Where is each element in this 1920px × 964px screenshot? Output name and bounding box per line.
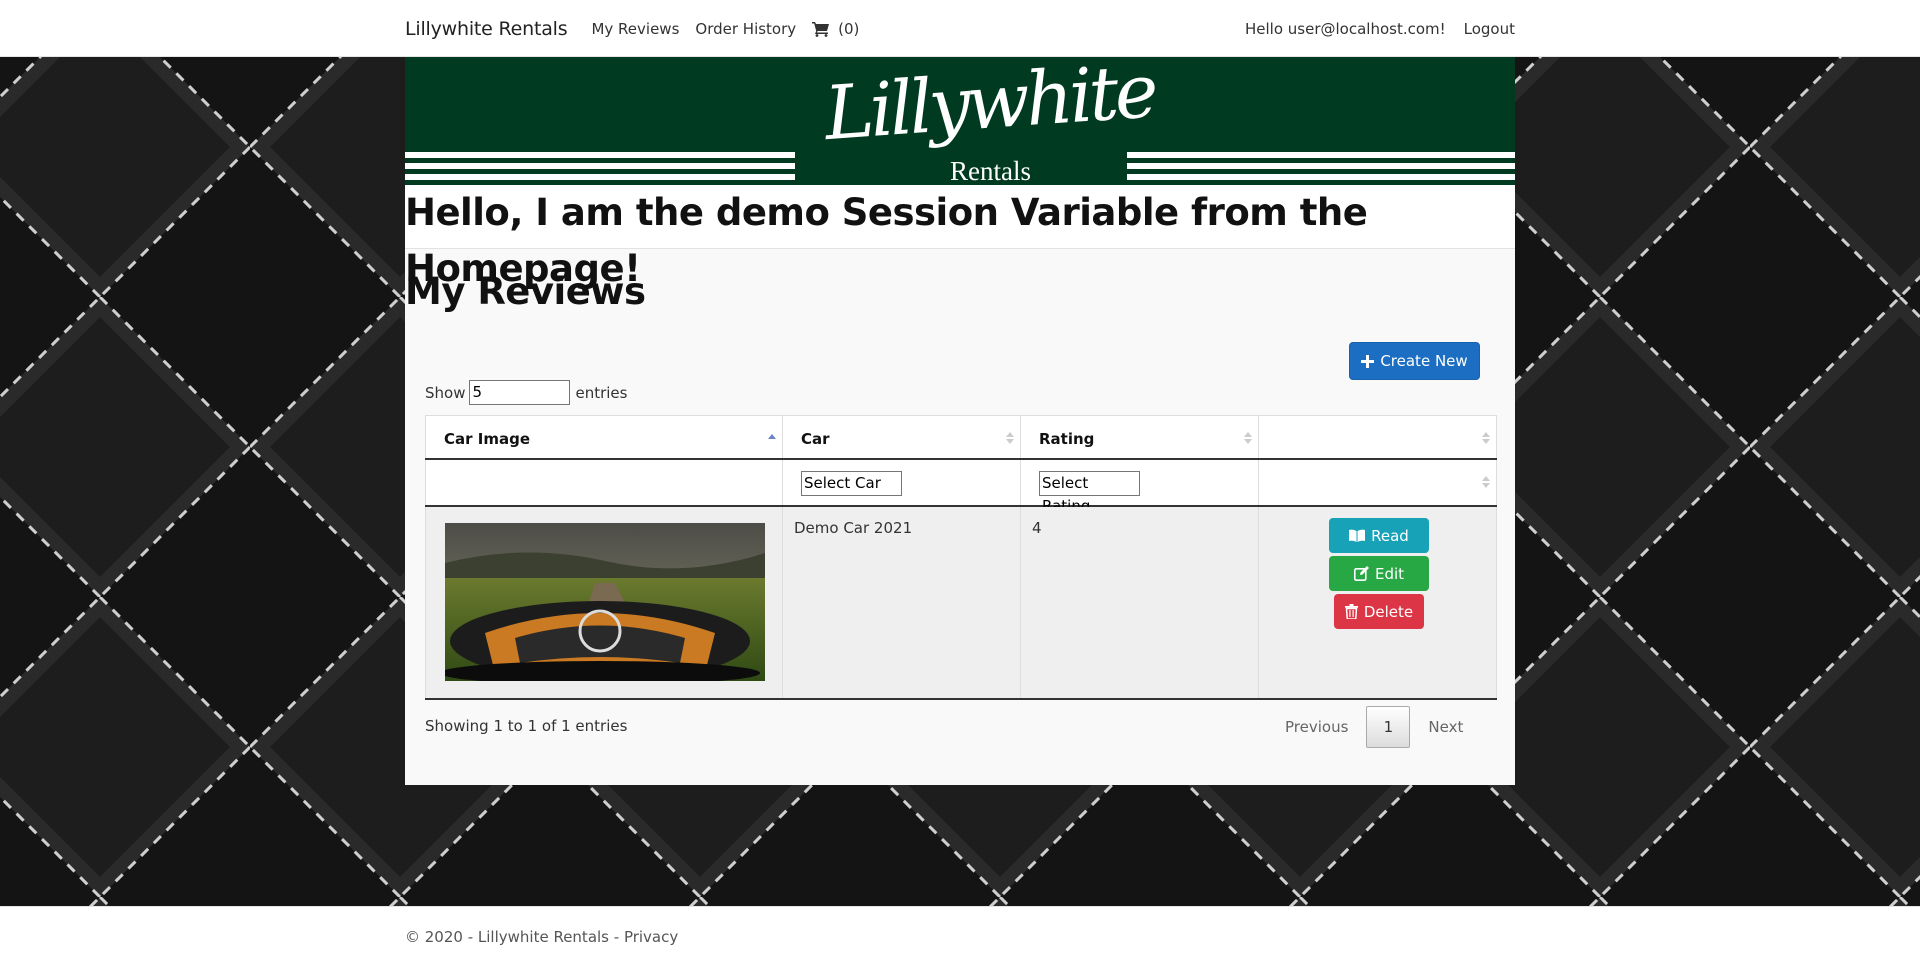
th-rating-label: Rating bbox=[1039, 430, 1095, 448]
sort-both-icon bbox=[1482, 476, 1490, 488]
filter-cell-actions bbox=[1258, 460, 1497, 505]
table-area: Car Image Car Rating Select Car Select R… bbox=[405, 57, 1515, 785]
filter-cell-image bbox=[425, 460, 782, 505]
table-row: Demo Car 2021 4 Read Edit Delete bbox=[425, 507, 1497, 700]
shopping-cart-icon bbox=[812, 21, 830, 37]
sort-both-icon bbox=[1482, 432, 1490, 444]
th-car-image[interactable]: Car Image bbox=[425, 416, 782, 458]
read-button[interactable]: Read bbox=[1329, 518, 1429, 553]
cart-count: (0) bbox=[838, 19, 860, 38]
cart-link[interactable]: (0) bbox=[812, 20, 859, 38]
select-rating-filter[interactable]: Select Rating bbox=[1039, 471, 1140, 515]
sort-both-icon bbox=[1006, 432, 1014, 444]
filter-cell-rating: Select Rating bbox=[1020, 460, 1258, 515]
cell-car: Demo Car 2021 bbox=[782, 507, 1020, 698]
th-car-label: Car bbox=[801, 430, 830, 448]
edit-label: Edit bbox=[1374, 564, 1405, 583]
select-car-filter[interactable]: Select Car bbox=[801, 471, 902, 496]
book-icon bbox=[1349, 529, 1366, 542]
table-header-row: Car Image Car Rating bbox=[425, 415, 1497, 460]
nav-my-reviews[interactable]: My Reviews bbox=[591, 20, 679, 38]
th-car[interactable]: Car bbox=[782, 416, 1020, 458]
edit-icon bbox=[1353, 566, 1369, 581]
edit-button[interactable]: Edit bbox=[1329, 556, 1429, 591]
th-actions[interactable] bbox=[1258, 416, 1497, 458]
privacy-link[interactable]: Privacy bbox=[624, 928, 678, 946]
pagination-next[interactable]: Next bbox=[1428, 718, 1463, 736]
brand-link[interactable]: Lillywhite Rentals bbox=[405, 18, 568, 40]
cell-actions: Read Edit Delete bbox=[1258, 507, 1497, 698]
navbar-inner: Lillywhite Rentals My Reviews Order Hist… bbox=[405, 0, 1515, 57]
navbar-right: Hello user@localhost.com! Logout bbox=[1227, 20, 1515, 38]
nav-order-history[interactable]: Order History bbox=[695, 20, 796, 38]
pagination-page-1[interactable]: 1 bbox=[1366, 706, 1411, 748]
delete-label: Delete bbox=[1363, 602, 1414, 621]
sort-both-icon bbox=[1244, 432, 1252, 444]
pagination-previous[interactable]: Previous bbox=[1285, 718, 1348, 736]
footer-copyright: © 2020 - Lillywhite Rentals - bbox=[405, 928, 624, 946]
filter-cell-car: Select Car bbox=[782, 460, 1020, 505]
th-rating[interactable]: Rating bbox=[1020, 416, 1258, 458]
cell-car-image bbox=[425, 507, 782, 698]
table-filter-row: Select Car Select Rating bbox=[425, 460, 1497, 515]
logout-link[interactable]: Logout bbox=[1464, 20, 1515, 38]
sort-asc-icon bbox=[768, 434, 776, 439]
car-photo bbox=[445, 523, 765, 681]
th-car-image-label: Car Image bbox=[444, 430, 530, 448]
cell-rating: 4 bbox=[1020, 507, 1258, 698]
trash-icon bbox=[1344, 604, 1358, 619]
user-greeting[interactable]: Hello user@localhost.com! bbox=[1245, 20, 1446, 38]
navbar: Lillywhite Rentals My Reviews Order Hist… bbox=[0, 0, 1920, 57]
delete-button[interactable]: Delete bbox=[1334, 594, 1424, 629]
footer-text: © 2020 - Lillywhite Rentals - Privacy bbox=[405, 928, 678, 946]
pagination: Previous 1 Next bbox=[1285, 706, 1463, 748]
rating-value: 4 bbox=[1032, 519, 1042, 537]
car-name: Demo Car 2021 bbox=[794, 519, 913, 537]
table-info: Showing 1 to 1 of 1 entries bbox=[425, 717, 628, 735]
footer: © 2020 - Lillywhite Rentals - Privacy bbox=[0, 906, 1920, 964]
read-label: Read bbox=[1371, 526, 1409, 545]
